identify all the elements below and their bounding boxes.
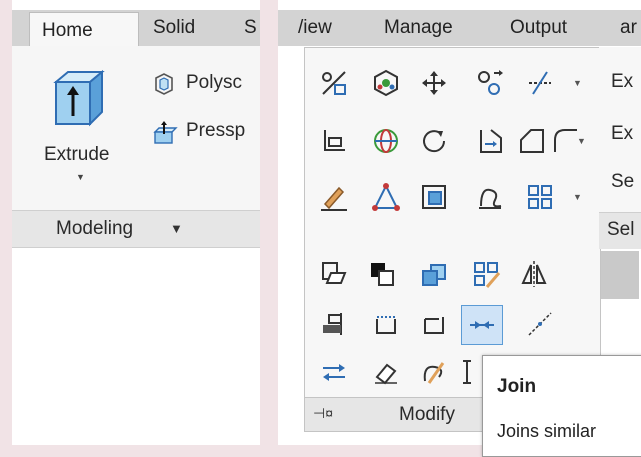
trim-icon[interactable] [525, 68, 555, 98]
join-icon [467, 310, 497, 340]
presspull-button[interactable]: Pressp [152, 118, 260, 148]
join-tooltip: Join Joins similar [482, 355, 641, 457]
extrude-icon [50, 68, 110, 128]
side-grey-block [599, 251, 639, 299]
presspull-label: Pressp [186, 120, 246, 141]
mirror-icon[interactable] [517, 126, 547, 156]
mirror-line-icon[interactable] [519, 259, 549, 289]
block-edit-icon[interactable] [471, 259, 501, 289]
array-path-icon[interactable] [371, 182, 401, 212]
tab-home[interactable]: Home [29, 12, 139, 49]
break-at-point-icon[interactable] [525, 309, 555, 339]
tab-surface-label: S [244, 17, 257, 38]
stretch-icon[interactable] [319, 126, 349, 156]
side-item-2[interactable]: Ex [611, 123, 633, 145]
tab-output-label: Output [510, 17, 568, 38]
draw-order-icon[interactable] [367, 259, 397, 289]
tab-addins[interactable]: ar [620, 10, 637, 46]
tab-output[interactable]: Output [510, 10, 567, 46]
tab-addins-label: ar [620, 17, 637, 38]
rotate-icon[interactable] [371, 126, 401, 156]
rotate-3d-icon[interactable] [371, 68, 401, 98]
refresh-icon[interactable] [419, 126, 449, 156]
solid-copy-icon[interactable] [419, 259, 449, 289]
tab-manage-label: Manage [384, 17, 453, 38]
tooltip-title: Join [497, 376, 537, 397]
edit-pencil-icon[interactable] [319, 182, 349, 212]
copy-clip-icon[interactable] [319, 259, 349, 289]
scale-icon[interactable] [475, 126, 505, 156]
join-button[interactable] [461, 305, 503, 345]
modify-panel-upper: ▼ ▼ ▼ [304, 47, 601, 251]
polysolid-button[interactable]: Polysc [152, 70, 260, 100]
array-dropdown-arrow[interactable]: ▼ [573, 192, 582, 202]
polysolid-icon [152, 72, 176, 96]
left-ribbon: Home Solid S Extrude ▼ Polysc Pressp Mod… [12, 0, 260, 445]
tab-home-label: Home [42, 20, 93, 41]
tab-solid[interactable]: Solid [153, 10, 195, 46]
explode-icon[interactable] [419, 182, 449, 212]
tab-surface[interactable]: S [244, 10, 257, 46]
selection-title-label: Sel [607, 219, 635, 240]
erase-icon[interactable] [371, 357, 401, 387]
extrude-button[interactable]: Extrude ▼ [40, 66, 120, 196]
tab-solid-label: Solid [153, 17, 196, 38]
array-icon[interactable] [525, 182, 555, 212]
extrude-label: Extrude [44, 144, 110, 165]
fillet-dropdown-arrow[interactable]: ▼ [577, 136, 586, 146]
extend-icon[interactable] [419, 309, 449, 339]
side-item-1[interactable]: Ex [611, 71, 633, 93]
tooltip-description: Joins similar [497, 421, 597, 441]
tab-view[interactable]: /iew [298, 10, 332, 46]
side-item-3[interactable]: Se [611, 171, 634, 193]
align-icon[interactable] [319, 309, 349, 339]
modify-title-label: Modify [399, 404, 455, 425]
offset-icon[interactable] [319, 68, 349, 98]
reverse-icon[interactable] [319, 357, 349, 387]
modeling-expand-arrow-icon: ▼ [170, 221, 183, 236]
copy-icon[interactable] [475, 68, 505, 98]
modeling-panel-title[interactable]: Modeling ▼ [12, 210, 260, 248]
ribbon-tab-bar-right: /iew Manage Output ar [278, 10, 641, 46]
polysolid-label: Polysc [186, 72, 242, 93]
lengthen-icon[interactable] [371, 309, 401, 339]
pin-icon[interactable]: ⊣¤ [313, 405, 333, 422]
tab-manage[interactable]: Manage [384, 10, 453, 46]
modeling-title-label: Modeling [56, 218, 134, 239]
tab-view-label: /iew [298, 17, 332, 38]
move-icon[interactable] [419, 68, 449, 98]
presspull-icon [152, 120, 178, 146]
extrude-dropdown-arrow[interactable]: ▼ [76, 172, 85, 182]
modeling-panel: Extrude ▼ Polysc Pressp [12, 46, 260, 210]
edit-spline-icon[interactable] [419, 357, 449, 387]
selection-panel-title[interactable]: Sel [599, 212, 641, 249]
break-icon[interactable] [475, 182, 505, 212]
ribbon-tab-bar: Home Solid S [12, 10, 260, 49]
trim-dropdown-arrow[interactable]: ▼ [573, 78, 582, 88]
